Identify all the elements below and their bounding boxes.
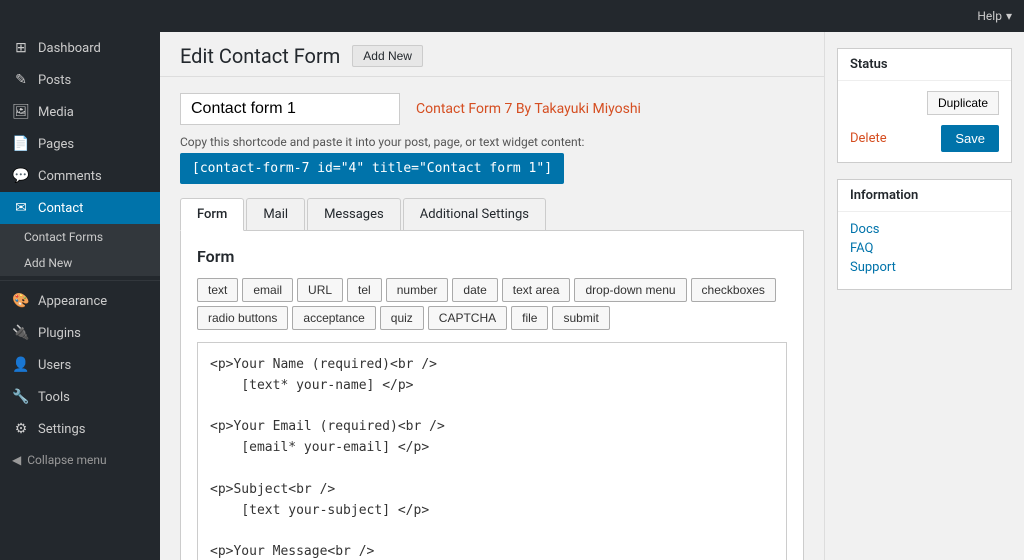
tag-btn-text[interactable]: text	[197, 278, 238, 302]
tag-btn-captcha[interactable]: CAPTCHA	[428, 306, 507, 330]
contact-icon: ✉	[12, 200, 30, 216]
sidebar-item-contact[interactable]: ✉ Contact	[0, 192, 160, 224]
info-meta-box: Information Docs FAQ Support	[837, 179, 1012, 290]
tag-btn-submit[interactable]: submit	[552, 306, 609, 330]
sidebar-item-tools[interactable]: 🔧 Tools	[0, 381, 160, 413]
sidebar-divider	[0, 280, 160, 281]
sidebar-item-label: Media	[38, 105, 74, 120]
tab-form[interactable]: Form	[180, 198, 244, 231]
sidebar-item-label: Settings	[38, 422, 85, 437]
sidebar-item-add-new[interactable]: Add New	[0, 250, 160, 276]
sidebar-item-posts[interactable]: ✎ Posts	[0, 64, 160, 96]
tag-btn-number[interactable]: number	[386, 278, 449, 302]
sidebar-item-label: Comments	[38, 169, 102, 184]
users-icon: 👤	[12, 357, 30, 373]
tag-btn-checkboxes[interactable]: checkboxes	[691, 278, 776, 302]
sidebar-item-contact-forms[interactable]: Contact Forms	[0, 224, 160, 250]
status-actions: Delete Save	[850, 125, 999, 152]
status-box-title: Status	[838, 49, 1011, 81]
pages-icon: 📄	[12, 136, 30, 152]
form-name-input[interactable]	[180, 93, 400, 125]
sidebar-item-label: Appearance	[38, 294, 107, 309]
sidebar-item-dashboard[interactable]: ⊞ Dashboard	[0, 32, 160, 64]
help-arrow: ▾	[1006, 9, 1012, 23]
sidebar-item-label: Users	[38, 358, 71, 373]
save-button[interactable]: Save	[941, 125, 999, 152]
status-meta-box: Status Duplicate Delete Save	[837, 48, 1012, 163]
sidebar-item-plugins[interactable]: 🔌 Plugins	[0, 317, 160, 349]
tag-btn-radio[interactable]: radio buttons	[197, 306, 288, 330]
sidebar-item-label: Dashboard	[38, 41, 101, 56]
tab-mail[interactable]: Mail	[246, 198, 305, 230]
contact-submenu: Contact Forms Add New	[0, 224, 160, 276]
faq-link[interactable]: FAQ	[850, 241, 999, 256]
appearance-icon: 🎨	[12, 293, 30, 309]
sidebar-item-label: Tools	[38, 390, 70, 405]
sidebar-item-comments[interactable]: 💬 Comments	[0, 160, 160, 192]
form-credit: Contact Form 7 By Takayuki Miyoshi	[416, 101, 641, 117]
form-name-row: Contact Form 7 By Takayuki Miyoshi	[180, 93, 804, 125]
tag-btn-textarea[interactable]: text area	[502, 278, 571, 302]
dashboard-icon: ⊞	[12, 40, 30, 56]
sidebar-item-pages[interactable]: 📄 Pages	[0, 128, 160, 160]
collapse-menu[interactable]: ◀ Collapse menu	[0, 445, 160, 475]
main-content: Edit Contact Form Add New Contact Form 7…	[160, 32, 824, 560]
tools-icon: 🔧	[12, 389, 30, 405]
sidebar-item-users[interactable]: 👤 Users	[0, 349, 160, 381]
status-box-body: Duplicate Delete Save	[838, 81, 1011, 162]
sidebar-item-settings[interactable]: ⚙ Settings	[0, 413, 160, 445]
add-new-label: Add New	[24, 256, 72, 270]
help-label: Help	[977, 9, 1002, 23]
shortcode-label: Copy this shortcode and paste it into yo…	[180, 135, 804, 149]
comments-icon: 💬	[12, 168, 30, 184]
tabs: Form Mail Messages Additional Settings	[180, 198, 804, 231]
docs-link[interactable]: Docs	[850, 222, 999, 237]
media-icon: 🖼	[12, 104, 30, 120]
right-sidebar: Status Duplicate Delete Save Information…	[824, 32, 1024, 560]
sidebar-item-label: Plugins	[38, 326, 81, 341]
sidebar-item-appearance[interactable]: 🎨 Appearance	[0, 285, 160, 317]
page-title: Edit Contact Form	[180, 44, 340, 68]
delete-link[interactable]: Delete	[850, 131, 887, 146]
settings-icon: ⚙	[12, 421, 30, 437]
add-new-button[interactable]: Add New	[352, 45, 423, 67]
tag-btn-tel[interactable]: tel	[347, 278, 382, 302]
tab-messages[interactable]: Messages	[307, 198, 401, 230]
collapse-label: Collapse menu	[27, 453, 106, 467]
sidebar: ⊞ Dashboard ✎ Posts 🖼 Media 📄 Pages 💬 Co…	[0, 32, 160, 560]
tag-btn-dropdown[interactable]: drop-down menu	[574, 278, 686, 302]
collapse-arrow-icon: ◀	[12, 453, 21, 467]
tag-btn-file[interactable]: file	[511, 306, 548, 330]
content-header: Edit Contact Form Add New	[160, 32, 824, 77]
sidebar-item-label: Pages	[38, 137, 74, 152]
tab-additional-settings[interactable]: Additional Settings	[403, 198, 546, 230]
content-body: Contact Form 7 By Takayuki Miyoshi Copy …	[160, 77, 824, 560]
support-link[interactable]: Support	[850, 260, 999, 275]
form-panel-title: Form	[197, 247, 787, 266]
tag-btn-acceptance[interactable]: acceptance	[292, 306, 375, 330]
tag-btn-date[interactable]: date	[452, 278, 497, 302]
duplicate-button[interactable]: Duplicate	[927, 91, 999, 115]
main-layout: ⊞ Dashboard ✎ Posts 🖼 Media 📄 Pages 💬 Co…	[0, 32, 1024, 560]
tag-btn-url[interactable]: URL	[297, 278, 343, 302]
sidebar-item-label: Posts	[38, 73, 71, 88]
tag-btn-quiz[interactable]: quiz	[380, 306, 424, 330]
posts-icon: ✎	[12, 72, 30, 88]
form-panel: Form text email URL tel number date text…	[180, 231, 804, 560]
form-content-editor[interactable]: <p>Your Name (required)<br /> [text* you…	[197, 342, 787, 560]
tag-buttons: text email URL tel number date text area…	[197, 278, 787, 330]
contact-forms-label: Contact Forms	[24, 230, 103, 244]
info-box-body: Docs FAQ Support	[838, 212, 1011, 289]
info-box-title: Information	[838, 180, 1011, 212]
sidebar-item-media[interactable]: 🖼 Media	[0, 96, 160, 128]
tag-btn-email[interactable]: email	[242, 278, 293, 302]
plugins-icon: 🔌	[12, 325, 30, 341]
shortcode-box[interactable]: [contact-form-7 id="4" title="Contact fo…	[180, 153, 564, 184]
sidebar-item-label: Contact	[38, 201, 83, 216]
help-button[interactable]: Help ▾	[977, 9, 1012, 23]
admin-bar: Help ▾	[0, 0, 1024, 32]
